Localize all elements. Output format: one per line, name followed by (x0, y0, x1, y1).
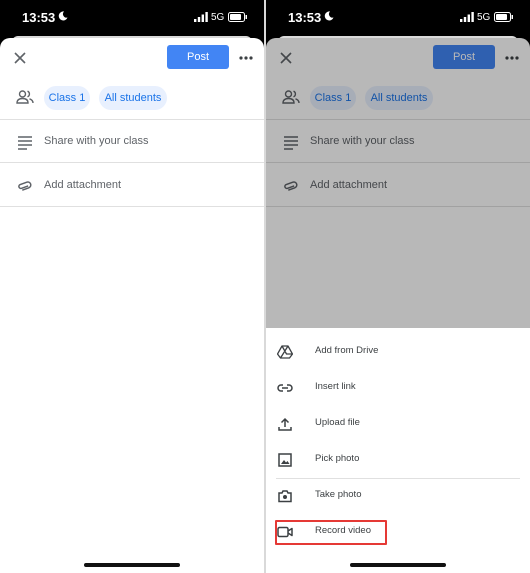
menu-label: Insert link (315, 381, 356, 392)
camera-icon (276, 487, 294, 505)
menu-label: Pick photo (315, 453, 360, 464)
menu-item-link[interactable]: Insert link (266, 370, 530, 406)
chip-students[interactable]: All students (99, 86, 167, 110)
network-type: 5G (211, 12, 225, 23)
post-button[interactable]: Post (167, 45, 229, 69)
signal-icon (194, 12, 208, 22)
status-bar: 13:53 5G (266, 0, 530, 36)
share-input[interactable]: Share with your class (44, 135, 149, 147)
composer-screen: 13:53 5G Post Class 1 All students Share… (0, 0, 264, 573)
menu-item-camera[interactable]: Take photo (266, 478, 530, 514)
add-attachment-button[interactable]: Add attachment (44, 179, 121, 191)
home-indicator (350, 563, 446, 567)
upload-icon (276, 415, 294, 433)
close-icon (14, 52, 26, 64)
menu-label: Upload file (315, 417, 360, 428)
attachment-icon (18, 181, 32, 191)
divider (0, 119, 264, 120)
menu-item-upload[interactable]: Upload file (266, 406, 530, 442)
signal-icon (460, 12, 474, 22)
status-time: 13:53 (22, 10, 56, 25)
divider (0, 206, 264, 207)
moon-icon (324, 11, 334, 21)
menu-label: Add from Drive (315, 345, 379, 356)
status-bar: 13:53 5G (0, 0, 264, 36)
battery-icon (494, 12, 513, 22)
menu-item-drive[interactable]: Add from Drive (266, 334, 530, 370)
dim-overlay[interactable] (266, 38, 530, 328)
photo-icon (276, 451, 294, 469)
status-time: 13:53 (288, 10, 322, 25)
close-button[interactable] (10, 48, 30, 68)
drive-icon (276, 343, 294, 361)
more-icon (239, 56, 253, 60)
more-options-button[interactable] (236, 48, 256, 68)
text-lines-icon (18, 136, 32, 150)
chip-class[interactable]: Class 1 (44, 86, 90, 110)
link-icon (276, 379, 294, 397)
moon-icon (58, 11, 68, 21)
battery-icon (228, 12, 247, 22)
home-indicator (84, 563, 180, 567)
people-icon (16, 90, 34, 104)
highlight-box (275, 520, 387, 545)
menu-item-photo[interactable]: Pick photo (266, 442, 530, 478)
menu-label: Take photo (315, 489, 362, 500)
composer-panel: Post Class 1 All students Share with you… (0, 38, 264, 573)
attachment-menu-screen: 13:53 5G Post Class 1 All students Share… (266, 0, 530, 573)
network-type: 5G (477, 12, 491, 23)
menu-divider (276, 478, 520, 479)
divider (0, 162, 264, 163)
